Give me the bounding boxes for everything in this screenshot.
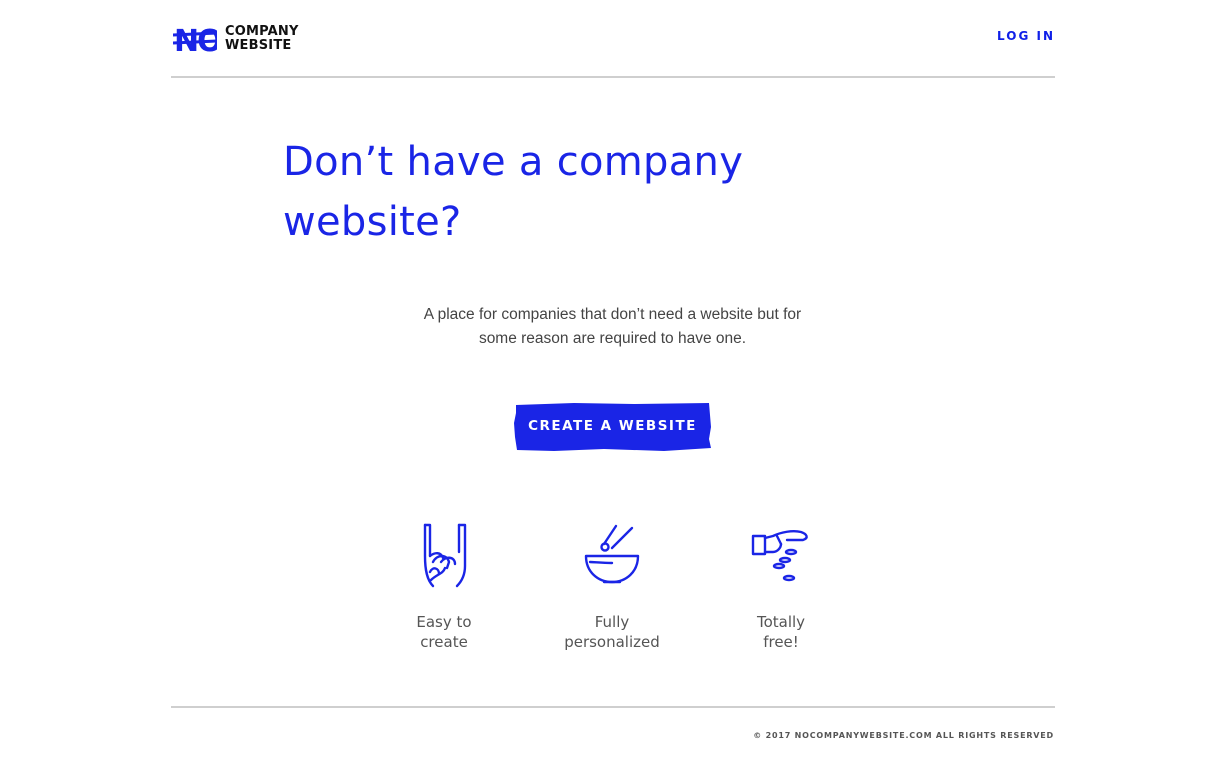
feature-label-line-1: Totally	[756, 613, 806, 631]
feature-label-line-2: create	[420, 633, 468, 651]
logo-line-company: COMPANY	[225, 24, 299, 39]
feature-label: Fully personalized	[537, 612, 687, 652]
bowl-chopsticks-icon	[584, 524, 640, 584]
feature-label-line-1: Fully	[594, 613, 630, 631]
feature-label: Totally free!	[706, 612, 856, 652]
login-link[interactable]: LOG IN	[997, 29, 1055, 43]
feature-easy-to-create: Easy to create	[369, 522, 519, 652]
hero-subtext: A place for companies that don’t need a …	[0, 303, 1225, 351]
logo-wordmark: COMPANY WEBSITE	[225, 25, 299, 53]
rock-hand-icon	[423, 523, 467, 588]
footer-divider	[171, 706, 1055, 708]
feature-label: Easy to create	[369, 612, 519, 652]
no-logo-mark: NO	[173, 24, 217, 56]
hero-subtext-line-2: some reason are required to have one.	[478, 330, 747, 347]
hand-dropping-coins-icon	[751, 530, 808, 582]
hero-subtext-line-1: A place for companies that don’t need a …	[423, 306, 802, 323]
feature-totally-free: Totally free!	[706, 522, 856, 652]
feature-label-line-2: free!	[763, 633, 799, 651]
site-header: NO COMPANY WEBSITE LOG IN	[171, 0, 1055, 78]
feature-fully-personalized: Fully personalized	[537, 522, 687, 652]
hero-headline: Don’t have a company website?	[283, 139, 744, 245]
feature-label-line-2: personalized	[564, 633, 660, 651]
logo-line-website: WEBSITE	[225, 38, 292, 53]
cta-label: CREATE A WEBSITE	[528, 418, 697, 434]
site-logo[interactable]: NO COMPANY WEBSITE	[173, 22, 299, 56]
feature-label-line-1: Easy to	[416, 613, 472, 631]
footer-copyright: © 2017 NOCOMPANYWEBSITE.COM ALL RIGHTS R…	[753, 731, 1054, 740]
create-website-button[interactable]: CREATE A WEBSITE	[514, 403, 711, 451]
